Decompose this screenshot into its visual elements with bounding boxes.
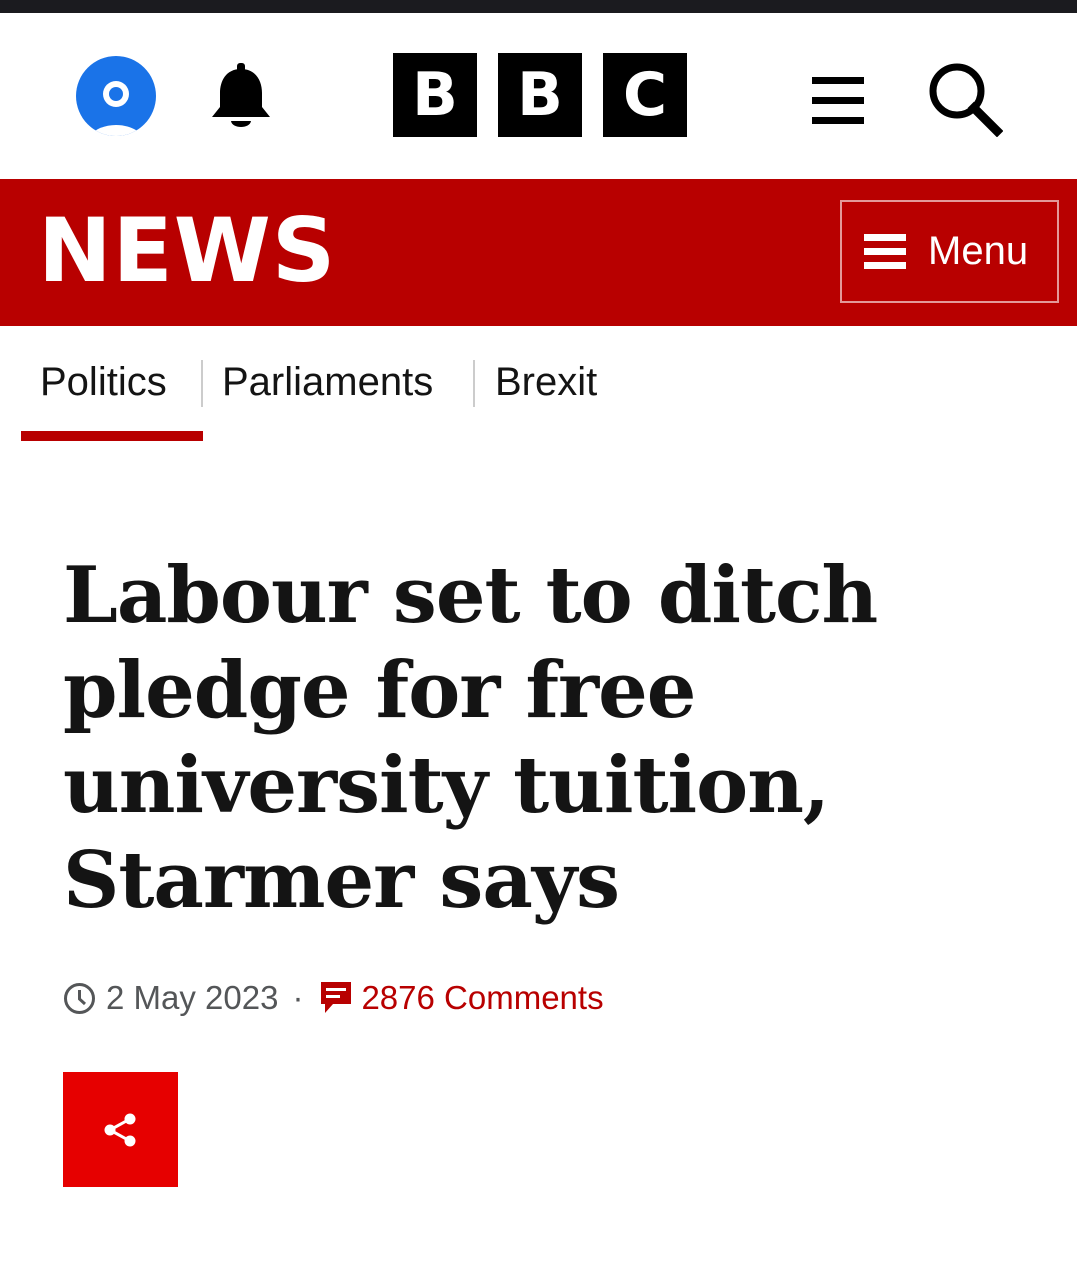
search-icon: [929, 63, 1004, 138]
tab-brexit[interactable]: Brexit: [495, 356, 597, 408]
clock-icon: [64, 982, 95, 1014]
comments-link[interactable]: 2876 Comments: [319, 979, 604, 1017]
headline-line: university tuition,: [63, 740, 830, 831]
share-button[interactable]: [63, 1072, 178, 1187]
active-tab-indicator: [21, 431, 203, 441]
article-meta: 2 May 2023 · 2876 Comments: [63, 973, 604, 1023]
menu-label: Menu: [928, 229, 1029, 273]
masthead: B B C: [0, 13, 1077, 179]
divider: [473, 360, 475, 407]
bell-icon: [212, 63, 270, 127]
search-button[interactable]: [927, 61, 1004, 138]
news-wordmark[interactable]: NEWS: [38, 201, 336, 301]
divider: [201, 360, 203, 407]
more-menu-button[interactable]: [810, 75, 866, 127]
bbc-logo[interactable]: B B C: [393, 53, 687, 137]
tab-parliaments[interactable]: Parliaments: [222, 356, 433, 408]
comment-icon: [321, 982, 352, 1013]
notifications-button[interactable]: [206, 61, 276, 133]
hamburger-icon: [812, 77, 864, 124]
meta-separator: ·: [292, 979, 304, 1016]
headline-line: Labour set to ditch: [63, 550, 878, 641]
bbc-logo-block: B: [498, 53, 582, 137]
section-nav: Politics Parliaments Brexit: [0, 326, 1077, 446]
bbc-logo-block: B: [393, 53, 477, 137]
tab-politics[interactable]: Politics: [40, 356, 167, 408]
share-icon: [104, 1113, 135, 1146]
article-date: 2 May 2023: [106, 979, 279, 1016]
comments-count: 2876 Comments: [361, 979, 604, 1016]
article-headline: Labour set to ditch pledge for free univ…: [63, 548, 1003, 928]
headline-line: Starmer says: [63, 835, 620, 926]
top-strip: [0, 0, 1077, 13]
menu-button[interactable]: Menu: [840, 200, 1059, 303]
menu-icon: [864, 233, 906, 269]
news-bar: NEWS Menu: [0, 179, 1077, 326]
bbc-logo-block: C: [603, 53, 687, 137]
account-icon: [76, 56, 156, 136]
headline-line: pledge for free: [63, 645, 696, 736]
account-button[interactable]: [76, 56, 156, 136]
